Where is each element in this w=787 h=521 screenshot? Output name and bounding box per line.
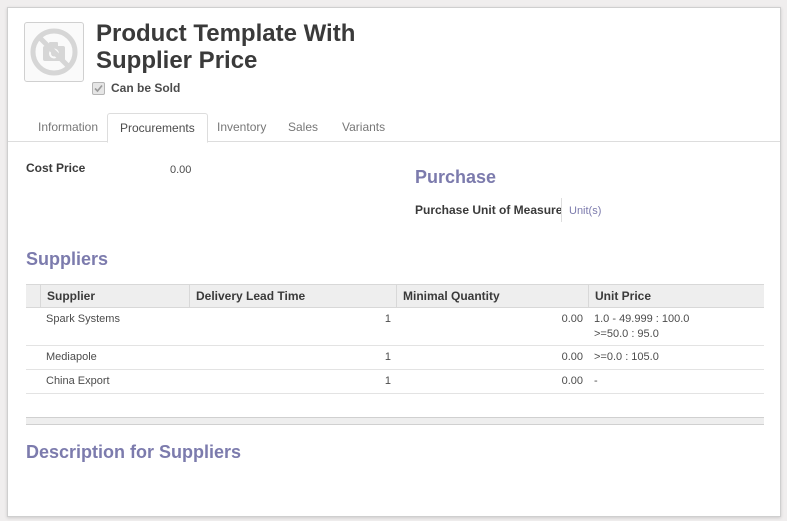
tab-information[interactable]: Information bbox=[26, 113, 110, 141]
table-footer bbox=[26, 417, 764, 425]
suppliers-table: Supplier Delivery Lead Time Minimal Quan… bbox=[26, 284, 764, 394]
cell-min-qty: 0.00 bbox=[561, 375, 583, 387]
cell-min-qty: 0.00 bbox=[561, 351, 583, 363]
product-image[interactable] bbox=[24, 22, 84, 82]
camera-no-image-icon bbox=[30, 28, 78, 76]
suppliers-title: Suppliers bbox=[26, 249, 109, 269]
cell-lead-time: 1 bbox=[384, 313, 391, 325]
tab-sales[interactable]: Sales bbox=[276, 113, 330, 141]
can-be-sold-field: Can be Sold bbox=[92, 81, 180, 95]
cost-price-label: Cost Price bbox=[26, 161, 86, 175]
cell-unit-price-line1: - bbox=[594, 375, 598, 387]
purchase-title: Purchase bbox=[415, 167, 497, 187]
purchase-uom-label: Purchase Unit of Measure bbox=[415, 203, 563, 217]
form-sheet: Product Template With Supplier Price Can… bbox=[7, 7, 781, 517]
column-minimal-quantity[interactable]: Minimal Quantity bbox=[396, 285, 589, 307]
column-supplier[interactable]: Supplier bbox=[40, 285, 190, 307]
table-header: Supplier Delivery Lead Time Minimal Quan… bbox=[26, 284, 764, 308]
product-title-line2: Supplier Price bbox=[96, 47, 258, 74]
field-divider bbox=[561, 198, 562, 222]
tab-inventory[interactable]: Inventory bbox=[205, 113, 278, 141]
cost-price-value[interactable]: 0.00 bbox=[170, 164, 191, 176]
cell-unit-price-line1: 1.0 - 49.999 : 100.0 bbox=[594, 313, 690, 325]
cell-lead-time: 1 bbox=[384, 375, 391, 387]
column-delivery-lead-time[interactable]: Delivery Lead Time bbox=[189, 285, 396, 307]
cell-supplier: China Export bbox=[46, 375, 110, 387]
cell-unit-price-line1: >=0.0 : 105.0 bbox=[594, 351, 659, 363]
cell-lead-time: 1 bbox=[384, 351, 391, 363]
can-be-sold-checkbox[interactable] bbox=[92, 81, 105, 95]
table-row[interactable]: Spark Systems 1 0.00 1.0 - 49.999 : 100.… bbox=[26, 308, 764, 346]
purchase-uom-value[interactable]: Unit(s) bbox=[569, 205, 601, 217]
tab-procurements[interactable]: Procurements bbox=[107, 113, 208, 143]
tab-variants[interactable]: Variants bbox=[330, 113, 397, 141]
description-suppliers-title: Description for Suppliers bbox=[26, 442, 242, 462]
cell-min-qty: 0.00 bbox=[561, 313, 583, 325]
column-unit-price[interactable]: Unit Price bbox=[588, 285, 764, 307]
tab-bar: Information Procurements Inventory Sales… bbox=[8, 113, 780, 143]
cell-unit-price-line2: >=50.0 : 95.0 bbox=[594, 328, 659, 340]
product-title-line1: Product Template With bbox=[96, 20, 356, 47]
table-row[interactable]: China Export 1 0.00 - bbox=[26, 370, 764, 394]
cell-supplier: Mediapole bbox=[46, 351, 97, 363]
table-row[interactable]: Mediapole 1 0.00 >=0.0 : 105.0 bbox=[26, 346, 764, 370]
checkmark-icon bbox=[94, 84, 103, 92]
cell-supplier: Spark Systems bbox=[46, 313, 120, 325]
product-title: Product Template With Supplier Price bbox=[96, 20, 396, 74]
can-be-sold-label: Can be Sold bbox=[111, 81, 181, 95]
